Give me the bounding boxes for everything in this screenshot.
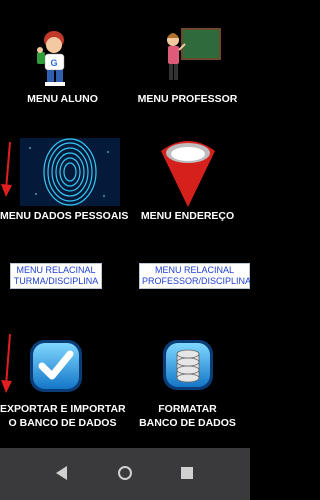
- menu-relacional-turma-line1: MENU RELACINAL: [16, 265, 96, 275]
- checkmark-icon: [30, 340, 82, 392]
- map-pin-icon: [161, 141, 215, 207]
- home-icon: [118, 466, 132, 480]
- menu-endereco-button[interactable]: MENU ENDEREÇO: [125, 125, 250, 230]
- menu-relacional-turma-line2: TURMA/DISCIPLINA: [13, 276, 99, 286]
- menu-relacional-professor-button[interactable]: MENU RELACINAL PROFESSOR/DISCIPLINA: [139, 263, 250, 289]
- database-icon: [163, 340, 213, 390]
- menu-professor-label: MENU PROFESSOR: [137, 93, 238, 105]
- back-button[interactable]: [47, 458, 77, 488]
- system-navigation-bar: [0, 448, 250, 500]
- menu-dados-pessoais-label: MENU DADOS PESSOAIS: [0, 210, 129, 222]
- menu-endereco-label: MENU ENDEREÇO: [140, 210, 235, 222]
- formatar-banco-line2: BANCO DE DADOS: [139, 417, 236, 429]
- menu-aluno-button[interactable]: G MENU ALUNO: [0, 0, 125, 112]
- exportar-importar-line1: EXPORTAR E IMPORTAR: [0, 403, 126, 415]
- menu-aluno-label: MENU ALUNO: [27, 93, 98, 105]
- menu-relacional-professor-line1: MENU RELACINAL: [154, 265, 235, 275]
- menu-professor-button[interactable]: MENU PROFESSOR: [125, 0, 250, 112]
- recents-button[interactable]: [172, 458, 202, 488]
- exportar-importar-button[interactable]: EXPORTAR E IMPORTAR O BANCO DE DADOS: [0, 330, 126, 430]
- menu-relacional-turma-button[interactable]: MENU RELACINAL TURMA/DISCIPLINA: [10, 263, 102, 289]
- student-icon: G: [37, 31, 65, 86]
- teacher-at-board-icon: [167, 28, 221, 80]
- app-screen: G MENU ALUNO MENU PROFESSOR MENU DADOS P…: [0, 0, 250, 448]
- recents-icon: [181, 467, 193, 479]
- fingerprint-icon: [20, 138, 120, 206]
- exportar-importar-line2: O BANCO DE DADOS: [8, 417, 117, 429]
- red-arrow-icon: [1, 334, 12, 393]
- back-icon: [56, 466, 67, 480]
- red-arrow-icon: [1, 142, 12, 197]
- menu-relacional-professor-line2: PROFESSOR/DISCIPLINA: [142, 276, 250, 286]
- formatar-banco-button[interactable]: FORMATAR BANCO DE DADOS: [125, 330, 250, 430]
- menu-dados-pessoais-button[interactable]: MENU DADOS PESSOAIS: [0, 125, 129, 230]
- svg-text:G: G: [50, 58, 57, 68]
- home-button[interactable]: [110, 458, 140, 488]
- formatar-banco-line1: FORMATAR: [158, 403, 217, 415]
